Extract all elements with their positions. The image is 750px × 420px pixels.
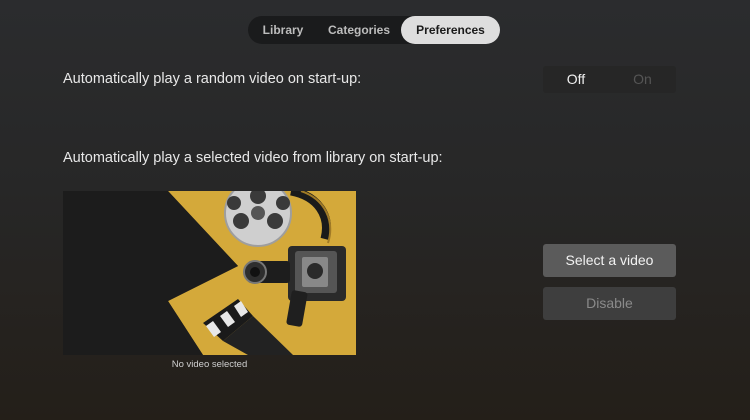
select-video-button[interactable]: Select a video	[543, 244, 676, 277]
preview-caption: No video selected	[171, 359, 248, 370]
video-preview-thumbnail	[63, 191, 356, 355]
selected-video-setting-label: Automatically play a selected video from…	[63, 150, 443, 166]
random-video-toggle: Off On	[543, 66, 676, 93]
toggle-off-option[interactable]: Off	[543, 66, 609, 93]
tab-library[interactable]: Library	[252, 16, 314, 44]
tab-preferences[interactable]: Preferences	[401, 16, 500, 44]
tab-bar: Library Categories Preferences	[248, 16, 500, 44]
random-video-setting-label: Automatically play a random video on sta…	[63, 71, 362, 87]
toggle-on-option[interactable]: On	[609, 66, 676, 93]
disable-button[interactable]: Disable	[543, 287, 676, 320]
film-camera-image	[63, 191, 356, 355]
tab-categories[interactable]: Categories	[320, 16, 398, 44]
